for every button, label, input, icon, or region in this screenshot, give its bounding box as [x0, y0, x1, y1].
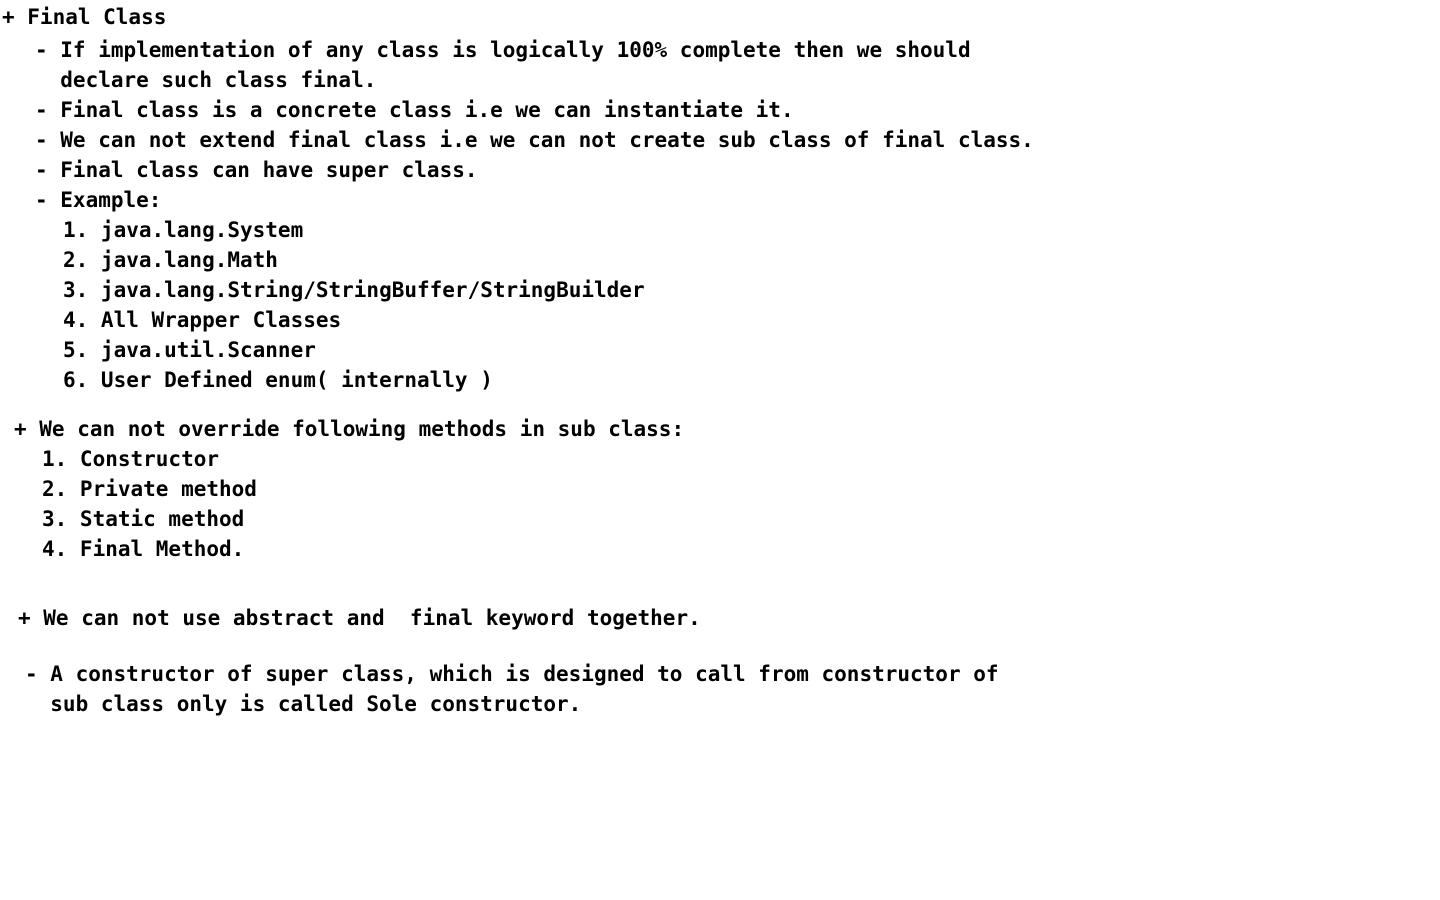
override-item: 4. Final Method. [42, 537, 245, 561]
example-item: 3. java.lang.String/StringBuffer/StringB… [63, 278, 645, 302]
final-class-point: - Example: [35, 188, 162, 212]
example-item: 5. java.util.Scanner [63, 338, 316, 362]
example-item: 1. java.lang.System [63, 218, 304, 242]
final-class-heading: + Final Class [2, 5, 167, 29]
override-item: 2. Private method [42, 477, 257, 501]
example-item: 2. java.lang.Math [63, 248, 278, 272]
final-class-point: declare such class final. [35, 68, 377, 92]
sole-constructor-text: sub class only is called Sole constructo… [25, 692, 582, 716]
notes-document: + Final Class - If implementation of any… [0, 0, 1440, 900]
final-class-point: - If implementation of any class is logi… [35, 38, 971, 62]
example-item: 4. All Wrapper Classes [63, 308, 342, 332]
override-item: 3. Static method [42, 507, 245, 531]
final-class-point: - Final class is a concrete class i.e we… [35, 98, 794, 122]
abstract-final-note: + We can not use abstract and final keyw… [18, 606, 701, 630]
override-item: 1. Constructor [42, 447, 220, 471]
sole-constructor-text: - A constructor of super class, which is… [25, 662, 999, 686]
final-class-point: - We can not extend final class i.e we c… [35, 128, 1034, 152]
override-heading: + We can not override following methods … [14, 417, 685, 441]
example-item: 6. User Defined enum( internally ) [63, 368, 493, 392]
final-class-point: - Final class can have super class. [35, 158, 478, 182]
